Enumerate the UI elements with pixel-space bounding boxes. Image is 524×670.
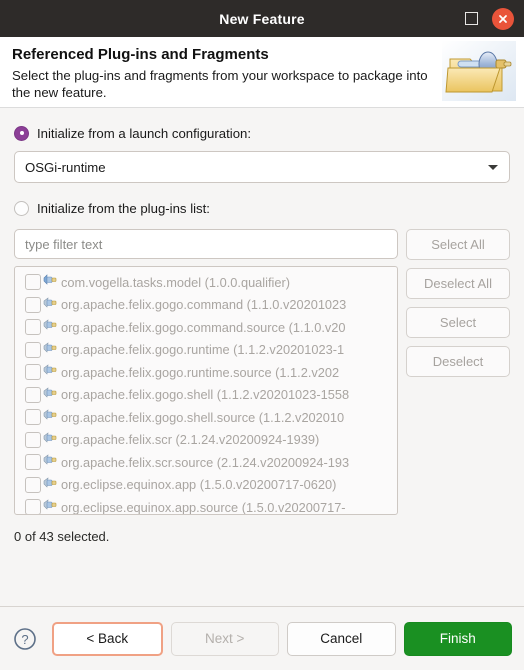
plugin-checkbox[interactable] — [25, 386, 41, 403]
select-all-button[interactable]: Select All — [406, 229, 510, 260]
plugin-label: org.apache.felix.gogo.runtime (1.1.2.v20… — [61, 342, 345, 358]
fragment-icon — [43, 498, 58, 514]
plugin-checkbox[interactable] — [25, 296, 41, 313]
chevron-down-icon[interactable] — [488, 165, 498, 170]
svg-text:?: ? — [21, 632, 28, 647]
radio-plugins-list-label: Initialize from the plug-ins list: — [37, 200, 210, 216]
window-title: New Feature — [219, 10, 305, 27]
plugins-panel-buttons: Select All Deselect All Select Deselect — [406, 229, 510, 515]
radio-plugins-list[interactable]: Initialize from the plug-ins list: — [14, 197, 510, 219]
plugin-list-item[interactable]: com.vogella.tasks.model (1.0.0.qualifier… — [15, 271, 397, 294]
plugin-list-item[interactable]: org.eclipse.equinox.app (1.5.0.v20200717… — [15, 474, 397, 497]
dialog-header: Referenced Plug-ins and Fragments Select… — [0, 37, 524, 108]
plugin-checkbox[interactable] — [25, 431, 41, 448]
plugins-panel: type filter text com.vogella.tasks.model… — [14, 229, 510, 515]
plugin-list-item[interactable]: org.apache.felix.scr.source (2.1.24.v202… — [15, 451, 397, 474]
fragment-icon — [43, 296, 58, 314]
plugin-icon — [43, 273, 58, 291]
plugin-checkbox[interactable] — [25, 454, 41, 471]
plugin-checkbox[interactable] — [25, 409, 41, 426]
plugin-label: org.apache.felix.scr.source (2.1.24.v202… — [61, 454, 350, 470]
plugin-list-item[interactable]: org.apache.felix.gogo.command.source (1.… — [15, 316, 397, 339]
plugin-list-item[interactable]: org.apache.felix.scr (2.1.24.v20200924-1… — [15, 429, 397, 452]
plugin-list-item[interactable]: org.apache.felix.gogo.shell (1.1.2.v2020… — [15, 384, 397, 407]
titlebar: New Feature — [0, 0, 524, 37]
plugin-label: org.apache.felix.gogo.shell (1.1.2.v2020… — [61, 387, 350, 403]
fragment-icon — [43, 476, 58, 494]
fragment-icon — [43, 408, 58, 426]
plugin-checkbox[interactable] — [25, 274, 41, 291]
radio-launch-configuration-indicator[interactable] — [14, 125, 29, 141]
close-icon[interactable] — [492, 7, 514, 30]
radio-launch-configuration[interactable]: Initialize from a launch configuration: — [14, 122, 510, 144]
window-controls — [465, 0, 514, 37]
deselect-all-button[interactable]: Deselect All — [406, 268, 510, 299]
select-button[interactable]: Select — [406, 307, 510, 338]
selection-status: 0 of 43 selected. — [14, 529, 110, 544]
dialog-body: Initialize from a launch configuration: … — [0, 108, 524, 606]
plugin-list-item[interactable]: org.apache.felix.gogo.runtime.source (1.… — [15, 361, 397, 384]
fragment-icon — [43, 431, 58, 449]
plugin-checkbox[interactable] — [25, 499, 41, 514]
page-title: Referenced Plug-ins and Fragments — [12, 46, 269, 63]
plugin-list-item[interactable]: org.apache.felix.gogo.command (1.1.0.v20… — [15, 294, 397, 317]
plugin-checkbox[interactable] — [25, 341, 41, 358]
plugin-label: org.apache.felix.gogo.runtime.source (1.… — [61, 364, 340, 380]
radio-plugins-list-indicator[interactable] — [14, 200, 29, 216]
plugin-label: org.apache.felix.gogo.command (1.1.0.v20… — [61, 297, 347, 313]
next-button[interactable]: Next > — [170, 621, 279, 656]
finish-button[interactable]: Finish — [403, 621, 512, 656]
plugin-label: org.eclipse.equinox.app.source (1.5.0.v2… — [61, 499, 346, 515]
fragment-icon — [43, 318, 58, 336]
page-description: Select the plug-ins and fragments from y… — [12, 68, 428, 100]
plugin-label: org.apache.felix.gogo.shell.source (1.1.… — [61, 409, 345, 425]
maximize-icon[interactable] — [465, 12, 478, 25]
plugin-checkbox[interactable] — [25, 364, 41, 381]
launch-configuration-select[interactable]: OSGi-runtime — [14, 151, 510, 183]
deselect-button[interactable]: Deselect — [406, 346, 510, 377]
plugin-list-item[interactable]: org.apache.felix.gogo.runtime (1.1.2.v20… — [15, 339, 397, 362]
launch-configuration-value: OSGi-runtime — [25, 159, 106, 175]
plugin-label: org.eclipse.equinox.app (1.5.0.v20200717… — [61, 477, 337, 493]
plugin-label: org.apache.felix.gogo.command.source (1.… — [61, 319, 346, 335]
new-feature-dialog: New Feature Referenced Plug-ins and Frag… — [0, 0, 524, 670]
plugin-checkbox[interactable] — [25, 319, 41, 336]
fragment-icon — [43, 341, 58, 359]
filter-input[interactable]: type filter text — [14, 229, 398, 259]
plugin-label: com.vogella.tasks.model (1.0.0.qualifier… — [61, 274, 291, 290]
fragment-icon — [43, 386, 58, 404]
plugin-label: org.apache.felix.scr (2.1.24.v20200924-1… — [61, 432, 320, 448]
help-icon[interactable]: ? — [12, 626, 38, 652]
plugin-list-item[interactable]: org.eclipse.equinox.app.source (1.5.0.v2… — [15, 496, 397, 515]
plugins-panel-left: type filter text com.vogella.tasks.model… — [14, 229, 398, 515]
radio-launch-configuration-label: Initialize from a launch configuration: — [37, 125, 252, 141]
dialog-footer: ? < Back Next > Cancel Finish — [0, 606, 524, 670]
cancel-button[interactable]: Cancel — [287, 621, 396, 656]
plugin-checkbox[interactable] — [25, 476, 41, 493]
plugin-list-item[interactable]: org.apache.felix.gogo.shell.source (1.1.… — [15, 406, 397, 429]
plugin-list[interactable]: com.vogella.tasks.model (1.0.0.qualifier… — [14, 266, 398, 515]
folder-plug-icon — [442, 41, 516, 103]
back-button[interactable]: < Back — [52, 621, 163, 656]
fragment-icon — [43, 363, 58, 381]
fragment-icon — [43, 453, 58, 471]
